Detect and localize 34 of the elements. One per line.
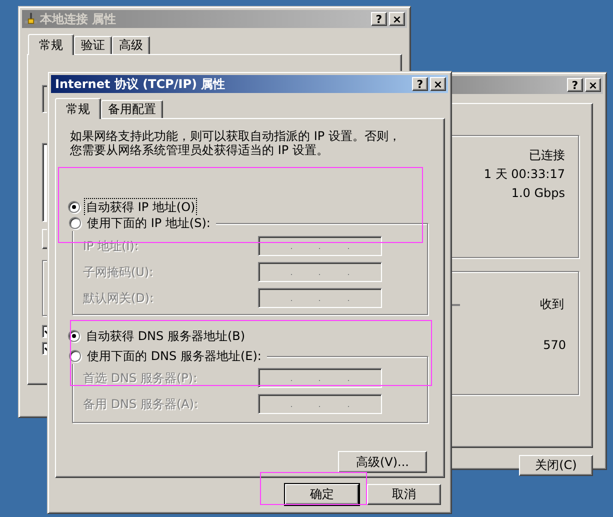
status-value: 已连接: [529, 147, 565, 164]
radio-button[interactable]: [69, 217, 81, 229]
tab[interactable]: 常规: [28, 34, 74, 55]
help-button[interactable]: ?: [567, 78, 583, 92]
tab[interactable]: 验证: [74, 36, 112, 54]
close-dialog-button[interactable]: 关闭(C): [519, 455, 593, 476]
window-title: 本地连接 属性: [40, 10, 116, 28]
network-icon: [24, 12, 38, 26]
close-button[interactable]: ×: [389, 12, 405, 26]
field-label: 首选 DNS 服务器(P):: [83, 370, 198, 386]
dialog-button[interactable]: 取消: [367, 484, 441, 505]
tab[interactable]: 常规: [55, 98, 101, 119]
radio-button[interactable]: [68, 330, 80, 342]
field-label: 子网掩码(U):: [83, 264, 154, 280]
close-button[interactable]: ×: [585, 78, 601, 92]
status-value: 1.0 Gbps: [511, 185, 565, 202]
status-value: 1 天 00:33:17: [484, 166, 565, 183]
advanced-button[interactable]: 高级(V)...: [338, 451, 427, 473]
description-text: 您需要从网络系统管理员处获得适当的 IP 设置。: [70, 143, 328, 157]
dialog-button[interactable]: 确定: [285, 484, 359, 505]
field-label: 默认网关(D):: [83, 290, 155, 306]
received-label: 收到: [540, 296, 564, 313]
close-button[interactable]: ×: [430, 77, 446, 91]
field-label: 备用 DNS 服务器(A):: [83, 396, 200, 412]
radio-label[interactable]: 自动获得 DNS 服务器地址(B): [84, 326, 248, 346]
radio-button[interactable]: [69, 350, 81, 362]
help-button[interactable]: ?: [371, 12, 387, 26]
help-button[interactable]: ?: [412, 77, 428, 91]
tab[interactable]: 备用配置: [101, 100, 163, 118]
received-count: 570: [543, 338, 566, 352]
window-title: Internet 协议 (TCP/IP) 属性: [55, 76, 226, 92]
radio-button[interactable]: [68, 201, 80, 213]
tab[interactable]: 高级: [112, 36, 150, 54]
description-text: 如果网络支持此功能，则可以获取自动指派的 IP 设置。否则，: [70, 129, 400, 143]
